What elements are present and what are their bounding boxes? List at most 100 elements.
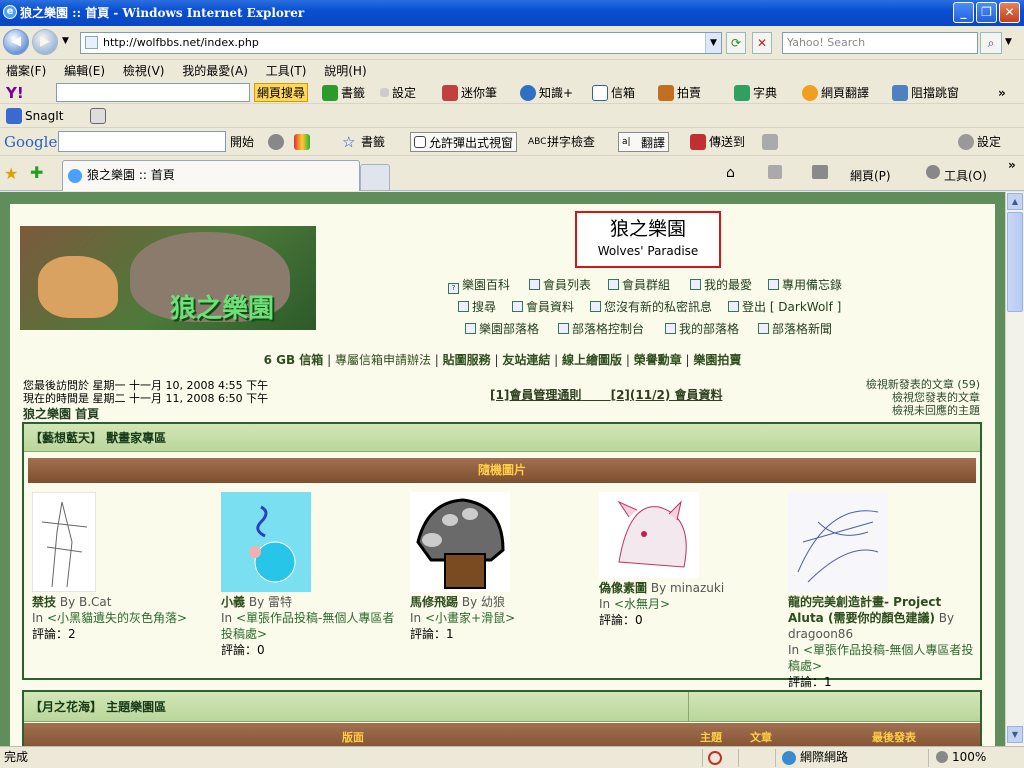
link-oekaki[interactable]: 線上繪圖版 xyxy=(562,353,622,367)
view-your-posts-link[interactable]: 檢視您發表的文章 xyxy=(866,391,980,404)
yahoo-logo[interactable]: Y! xyxy=(6,82,24,103)
address-bar[interactable]: http://wolfbbs.net/index.php ▼ xyxy=(80,32,722,54)
menu-help[interactable]: 說明(H) xyxy=(324,64,366,78)
send-to-button[interactable]: 傳送到 xyxy=(690,128,745,155)
google-zoom-icon[interactable] xyxy=(268,128,287,155)
tab-current[interactable]: 狼之樂園 :: 首頁 xyxy=(62,160,360,191)
nav-my-blog[interactable]: 我的部落格 xyxy=(665,320,739,337)
tools-menu-button[interactable]: 工具(O) xyxy=(944,167,987,184)
menu-favorites[interactable]: 我的最愛(A) xyxy=(182,64,248,78)
minimize-button[interactable]: _ xyxy=(953,2,974,23)
menu-file[interactable]: 檔案(F) xyxy=(6,64,46,78)
yahoo-popup-blocker-button[interactable]: 阻擋跳窗 xyxy=(892,82,959,103)
gallery-thumbnail[interactable] xyxy=(32,492,96,592)
gallery-card-album[interactable]: <小畫家+滑鼠> xyxy=(425,611,515,625)
new-tab-button[interactable] xyxy=(360,164,390,191)
yahoo-toolbar-search-input[interactable] xyxy=(56,83,250,102)
link-medals[interactable]: 榮譽勳章 xyxy=(634,353,682,367)
gallery-thumbnail[interactable] xyxy=(221,492,311,592)
allow-popups-button[interactable]: 允許彈出式視窗 xyxy=(410,132,518,152)
nav-groups[interactable]: 會員群組 xyxy=(608,276,670,293)
forward-button[interactable]: ▶ xyxy=(32,29,58,55)
yahoo-minipen-button[interactable]: 迷你筆 xyxy=(442,82,497,103)
feeds-icon[interactable] xyxy=(768,165,782,179)
yahoo-web-search-button[interactable]: 網頁搜尋 xyxy=(254,83,309,102)
nav-wiki[interactable]: ? 樂園百科 xyxy=(448,276,510,294)
yahoo-auction-button[interactable]: 拍賣 xyxy=(658,82,701,103)
maximize-button[interactable]: ❐ xyxy=(976,2,997,23)
print-icon[interactable] xyxy=(812,165,828,179)
nav-memberlist[interactable]: 會員列表 xyxy=(529,276,591,293)
link-auction[interactable]: 樂園拍賣 xyxy=(693,353,741,367)
announcement-1[interactable]: [1]會員管理通則 xyxy=(490,388,581,402)
vertical-scrollbar[interactable]: ▲ ▼ xyxy=(1005,192,1024,746)
nav-favorites[interactable]: 我的最愛 xyxy=(690,276,752,293)
stop-button[interactable]: ✕ xyxy=(752,32,772,54)
link-friend-sites[interactable]: 友站連結 xyxy=(502,353,550,367)
yahoo-mail-button[interactable]: 信箱 xyxy=(592,82,635,103)
scroll-up-button[interactable]: ▲ xyxy=(1007,193,1023,210)
gallery-card-title[interactable]: 小義 xyxy=(221,595,245,609)
section-artists-title[interactable]: 【藝想藍天】 獸畫家專區 xyxy=(24,424,980,452)
google-apps-icon[interactable] xyxy=(294,128,313,155)
tools-gear-icon[interactable] xyxy=(926,165,940,179)
highlight-icon[interactable] xyxy=(762,128,781,155)
search-options-dropdown[interactable]: ▼ xyxy=(1005,37,1012,47)
section-themes-title[interactable]: 【月之花海】 主題樂園區 xyxy=(30,700,166,714)
google-bookmarks-button[interactable]: ☆ 書籤 xyxy=(342,128,385,155)
yahoo-search-input[interactable]: Yahoo! Search xyxy=(782,32,978,54)
gallery-thumbnail[interactable] xyxy=(410,492,510,592)
zoom-level[interactable]: 100% xyxy=(952,747,986,768)
menu-tools[interactable]: 工具(T) xyxy=(266,64,307,78)
view-unanswered-link[interactable]: 檢視未回應的主題 xyxy=(866,404,980,417)
scroll-down-button[interactable]: ▼ xyxy=(1007,726,1023,743)
menu-edit[interactable]: 編輯(E) xyxy=(64,64,105,78)
gallery-thumbnail[interactable] xyxy=(788,492,888,592)
toolbar-more-button[interactable]: » xyxy=(998,82,1006,103)
nav-private-messages[interactable]: 您沒有新的私密訊息 xyxy=(590,298,712,315)
nav-logout[interactable]: 登出 [ DarkWolf ] xyxy=(728,298,841,315)
search-icon[interactable]: ⌕ xyxy=(980,32,1002,54)
snagit-button[interactable]: SnagIt xyxy=(6,104,63,127)
home-icon[interactable]: ⌂ xyxy=(726,165,735,181)
yahoo-knowledge-button[interactable]: 知識+ xyxy=(520,82,573,103)
nav-blog-control[interactable]: 部落格控制台 xyxy=(558,320,644,337)
command-more-button[interactable]: » xyxy=(1008,158,1016,172)
gallery-card-album[interactable]: <水無月> xyxy=(614,597,670,611)
address-dropdown[interactable]: ▼ xyxy=(705,33,721,53)
gallery-card-title[interactable]: 馬修飛踢 xyxy=(410,595,458,609)
gallery-card-album[interactable]: <單張作品投稿-無個人專區者投稿處> xyxy=(788,643,973,673)
view-new-posts-link[interactable]: 檢視新發表的文章 (59) xyxy=(866,378,980,391)
google-logo[interactable]: Google xyxy=(4,128,57,155)
nav-search[interactable]: 搜尋 xyxy=(458,298,496,315)
nav-blog[interactable]: 樂園部落格 xyxy=(465,320,539,337)
protected-mode-icon[interactable] xyxy=(708,751,722,765)
link-mailbox[interactable]: 6 GB 信箱 xyxy=(264,353,324,367)
spell-check-button[interactable]: ABC 拼字檢查 xyxy=(528,128,595,155)
forum-index-link[interactable]: 狼之樂園 首頁 xyxy=(23,405,99,422)
gallery-card-title[interactable]: 龍的完美創造計畫- Project Aluta (需要你的顏色建議) xyxy=(788,595,941,625)
google-search-input[interactable] xyxy=(58,131,226,152)
announcement-2[interactable]: [2](11/2) 會員資料 xyxy=(611,388,723,402)
close-button[interactable]: ✕ xyxy=(999,2,1020,23)
gallery-card-album[interactable]: <單張作品投稿-無個人專區者投稿處> xyxy=(221,611,394,641)
yahoo-translate-button[interactable]: 網頁翻譯 xyxy=(802,82,869,103)
nav-memo[interactable]: 專用備忘錄 xyxy=(768,276,842,293)
favorites-star-icon[interactable]: ★ xyxy=(4,164,18,183)
gallery-thumbnail[interactable] xyxy=(599,492,699,578)
yahoo-settings-button[interactable]: 設定 xyxy=(380,82,416,103)
site-logo[interactable]: 狼之樂園 xyxy=(20,226,316,330)
refresh-button[interactable]: ⟳ xyxy=(726,32,746,54)
link-mail-apply[interactable]: 專屬信箱申請辦法 xyxy=(335,353,431,367)
gallery-card-title[interactable]: 禁技 xyxy=(32,595,56,609)
gallery-card-album[interactable]: <小黑貓遺失的灰色角落> xyxy=(47,611,187,625)
translate-button[interactable]: a| 翻譯 xyxy=(618,132,670,152)
yahoo-bookmarks-button[interactable]: 書籤 xyxy=(322,82,365,103)
add-favorite-icon[interactable]: ✚ xyxy=(30,163,43,182)
nav-blog-news[interactable]: 部落格新聞 xyxy=(758,320,832,337)
back-button[interactable]: ◀ xyxy=(3,29,29,55)
menu-view[interactable]: 檢視(V) xyxy=(123,64,165,78)
scroll-thumb[interactable] xyxy=(1007,212,1023,312)
nav-profile[interactable]: 會員資料 xyxy=(512,298,574,315)
yahoo-dictionary-button[interactable]: 字典 xyxy=(734,82,777,103)
